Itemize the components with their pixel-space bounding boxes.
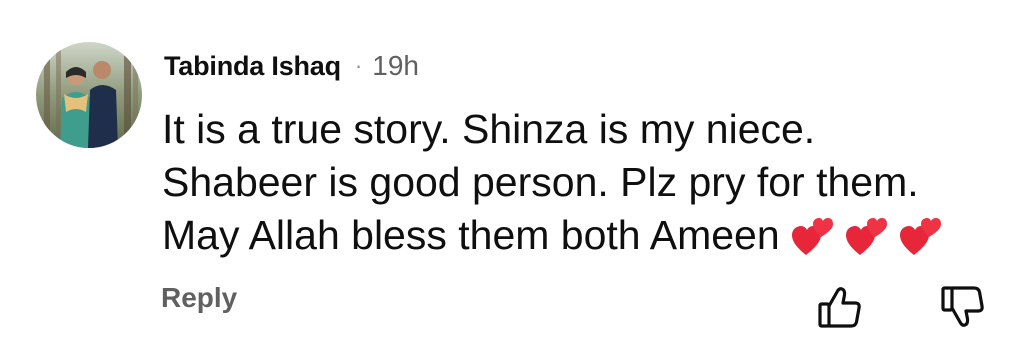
separator-dot: · bbox=[354, 53, 363, 78]
comment-time[interactable]: 19h bbox=[372, 50, 419, 82]
heart-emoji bbox=[791, 213, 950, 259]
comment-header: Tabinda Ishaq · 19h bbox=[164, 46, 419, 86]
thumbs-down-icon bbox=[941, 286, 984, 327]
author-name[interactable]: Tabinda Ishaq bbox=[164, 51, 341, 82]
avatar[interactable] bbox=[36, 42, 142, 148]
dislike-button[interactable] bbox=[940, 284, 986, 330]
comment: Tabinda Ishaq · 19h It is a true story. … bbox=[0, 0, 1024, 360]
reply-button[interactable]: Reply bbox=[161, 282, 237, 314]
comment-line: It is a true story. Shinza is my niece. bbox=[162, 106, 816, 152]
comment-line: May Allah bless them both Ameen bbox=[162, 209, 1002, 262]
like-button[interactable] bbox=[817, 284, 863, 330]
heart-emoji-3 bbox=[899, 218, 941, 255]
comment-line-text: May Allah bless them both Ameen bbox=[162, 212, 780, 258]
heart-emoji-1 bbox=[791, 218, 833, 255]
thumbs-up-icon bbox=[818, 287, 861, 328]
heart-emoji-2 bbox=[845, 218, 887, 255]
comment-line: Shabeer is good person. Plz pry for them… bbox=[162, 159, 919, 205]
comment-text: It is a true story. Shinza is my niece. … bbox=[162, 103, 1002, 262]
